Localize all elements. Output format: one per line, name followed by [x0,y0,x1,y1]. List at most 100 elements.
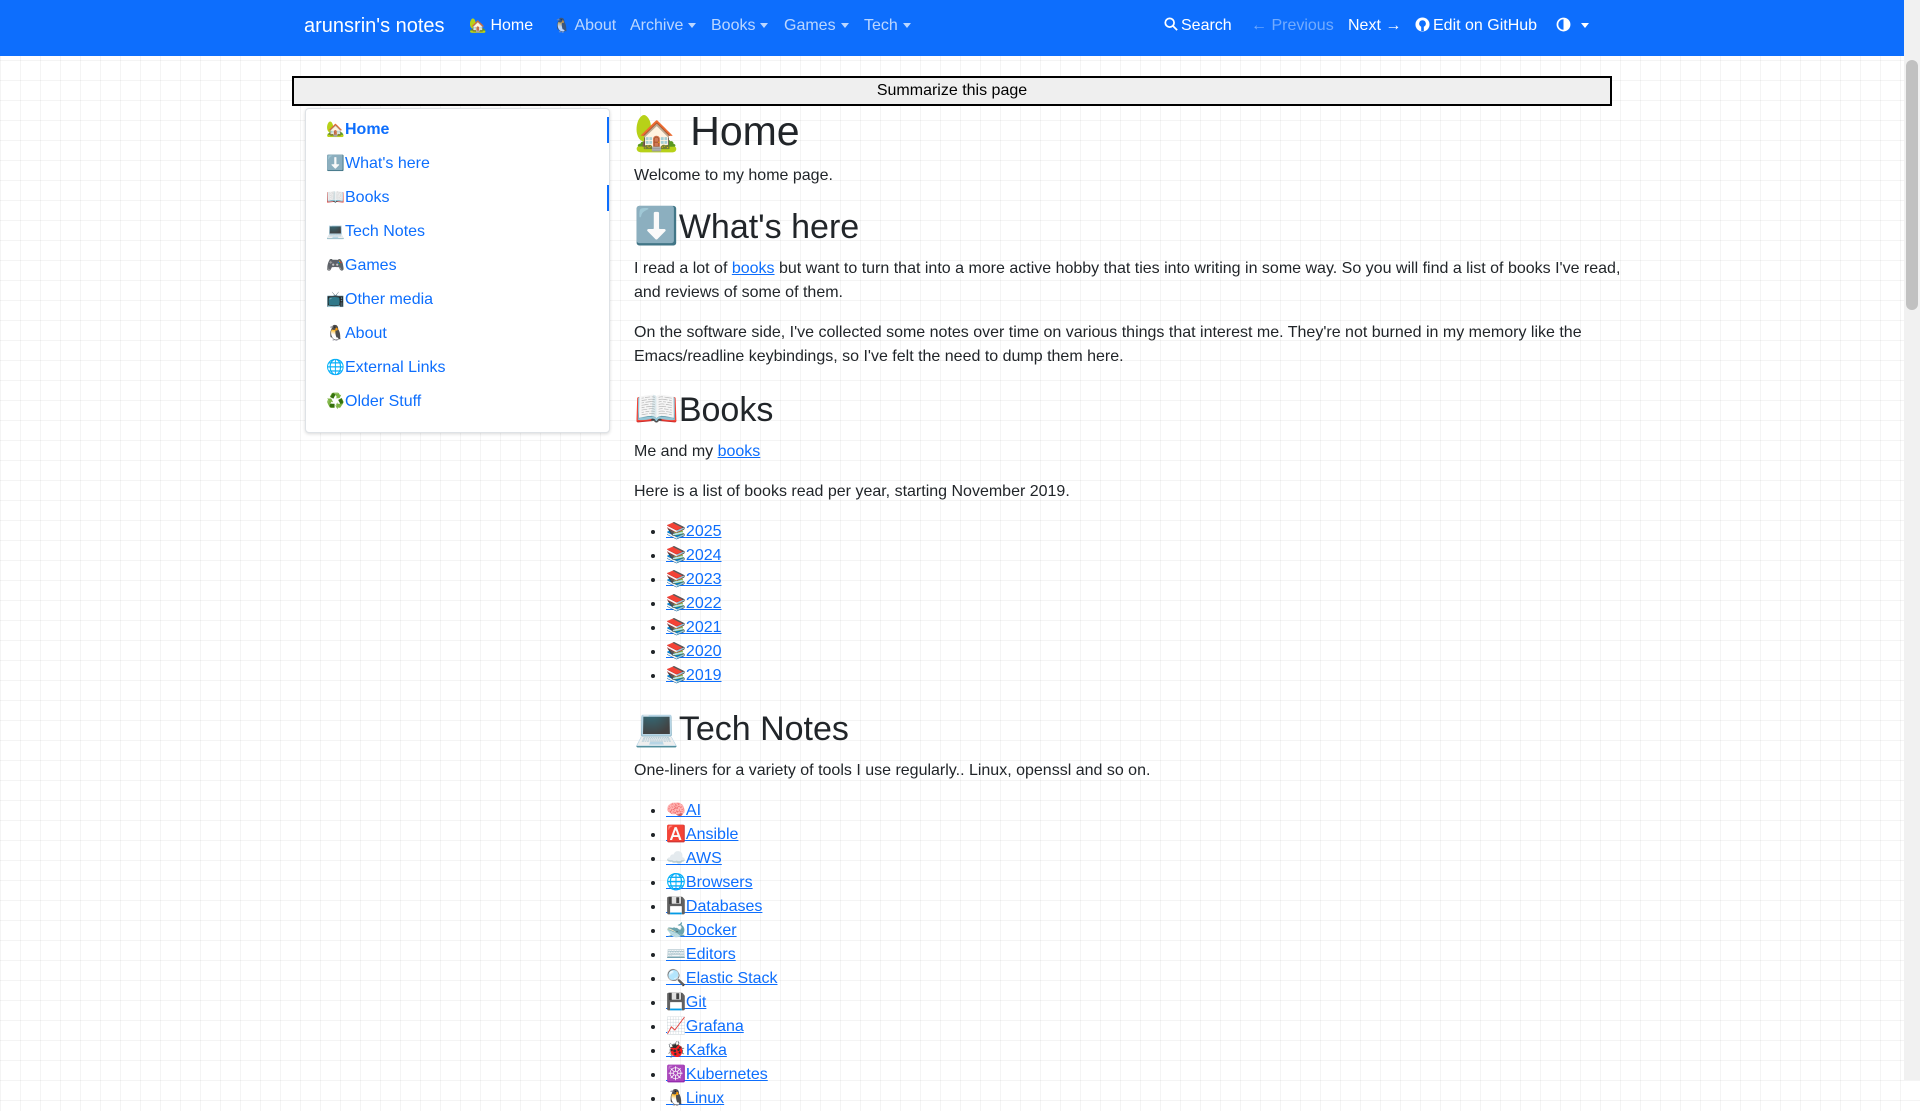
edit-on-github-button[interactable]: Edit on GitHub [1415,17,1537,35]
top-navbar: arunsrin's notes 🏡 Home 🐧 About Archive Bo… [0,0,1904,56]
tech-notes-list: 🧠AI 🅰️Ansible ☁️AWS 🌐Browsers 💾Databases 🐋Doc… [634,799,1634,1111]
year-link[interactable]: 📚2022 [666,595,722,612]
sidebar-item-games[interactable]: 🎮Games [306,249,609,283]
books-stack-icon: 📚 [666,571,686,588]
year-link[interactable]: 📚2019 [666,667,722,684]
search-icon [1164,17,1178,31]
tech-note-link[interactable]: 🐧Linux [666,1090,724,1107]
globe-icon: 🌐 [326,359,345,376]
nav-archive-dropdown[interactable]: Archive [630,17,697,35]
whats-here-paragraph-2: On the software side, I've collected som… [634,324,1582,365]
arrow-left-icon: ← [1251,17,1267,34]
sidebar-link[interactable]: 🏡Home [326,121,389,138]
year-link[interactable]: 📚2023 [666,571,722,588]
sidebar-item-other-media[interactable]: 📺Other media [306,283,609,317]
tech-note-label: Kubernetes [685,1066,768,1083]
tech-note-link[interactable]: 🧠AI [666,802,701,819]
year-link[interactable]: 📚2024 [666,547,722,564]
sidebar-item-label: Older Stuff [345,393,422,410]
tech-note-link[interactable]: 🐋Docker [666,922,737,939]
tech-note-label: Ansible [685,826,739,843]
year-link[interactable]: 📚2020 [666,643,722,660]
year-label: 2019 [685,667,722,684]
list-item: 📚2020 [666,640,1634,664]
books-link[interactable]: books [732,260,775,277]
sidebar-item-older-stuff[interactable]: ♻️Older Stuff [306,385,609,419]
theme-toggle-dropdown[interactable] [1556,17,1589,35]
laptop-icon: 💻 [326,223,345,240]
sidebar-link[interactable]: 🌐External Links [326,359,446,376]
sidebar-item-books[interactable]: 📖Books [306,181,609,215]
tech-note-label: Browsers [685,874,753,891]
tech-note-label: Linux [685,1090,725,1107]
sidebar-item-whats-here[interactable]: ⬇️What's here [306,147,609,181]
tech-note-link[interactable]: ☁️AWS [666,850,722,867]
tech-note-label: Editors [685,946,736,963]
tech-note-link[interactable]: ☸️Kubernetes [666,1066,768,1083]
tech-note-label: Elastic Stack [685,970,778,987]
sidebar-item-home[interactable]: 🏡Home [306,113,609,147]
sidebar-item-label: Tech Notes [345,223,426,240]
recycle-icon: ♻️ [326,393,345,410]
tech-topic-icon: 🐋 [666,922,686,939]
sidebar-link[interactable]: 🎮Games [326,257,397,274]
nav-books-dropdown[interactable]: Books [711,17,769,35]
previous-button[interactable]: ← Previous [1251,17,1334,35]
sidebar-item-label: What's here [345,155,430,172]
sidebar-link[interactable]: 💻Tech Notes [326,223,425,240]
tech-note-link[interactable]: 💾Git [666,994,706,1011]
nav-tech-label: Tech [864,17,898,34]
nav-games-dropdown[interactable]: Games [784,17,849,35]
search-label: Search [1181,17,1232,34]
nav-about[interactable]: 🐧 About [553,17,616,35]
tech-note-link[interactable]: 📈Grafana [666,1018,744,1035]
page-title: 🏡 Home [634,100,1634,164]
tech-note-link[interactable]: 🐞Kafka [666,1042,727,1059]
year-link[interactable]: 📚2021 [666,619,722,636]
search-button[interactable]: Search [1164,17,1232,35]
next-button[interactable]: Next → [1348,17,1401,35]
list-item: 📚2021 [666,616,1634,640]
tech-note-link[interactable]: 🔍Elastic Stack [666,970,778,987]
list-item: 🐧Linux [666,1087,1634,1111]
sidebar-item-label: Home [345,121,390,138]
tech-topic-icon: 🐞 [666,1042,686,1059]
sidebar-link[interactable]: ⬇️What's here [326,155,430,172]
nav-tech-dropdown[interactable]: Tech [864,17,911,35]
tech-note-link[interactable]: 🅰️Ansible [666,826,738,843]
penguin-icon: 🐧 [553,17,571,33]
tech-note-label: Grafana [685,1018,744,1035]
list-item: 🔍Elastic Stack [666,967,1634,991]
sidebar-link[interactable]: ♻️Older Stuff [326,393,421,410]
scrollbar-thumb[interactable] [1906,60,1918,310]
year-link[interactable]: 📚2025 [666,523,722,540]
text-segment: but want to turn that into a more active… [634,260,1621,301]
page-scrollbar[interactable] [1904,0,1920,1080]
sidebar-link[interactable]: 📺Other media [326,291,433,308]
edit-label: Edit on GitHub [1433,17,1538,34]
sidebar-item-tech-notes[interactable]: 💻Tech Notes [306,215,609,249]
books-stack-icon: 📚 [666,547,686,564]
site-brand[interactable]: arunsrin's notes [304,15,445,38]
sidebar-link[interactable]: 🐧About [326,325,387,342]
books-link[interactable]: books [718,443,761,460]
sidebar-toc: 🏡Home ⬇️What's here 📖Books 💻Tech Notes 🎮… [305,108,610,433]
tech-note-link[interactable]: 🌐Browsers [666,874,753,891]
books-paragraph-2: Here is a list of books read per year, s… [634,483,1070,500]
list-item: ⌨️Editors [666,943,1634,967]
tech-note-link[interactable]: ⌨️Editors [666,946,736,963]
year-label: 2023 [685,571,722,588]
sidebar-item-about[interactable]: 🐧About [306,317,609,351]
caret-down-icon [688,23,697,29]
github-icon [1415,17,1430,32]
year-label: 2020 [685,643,722,660]
sidebar-item-external-links[interactable]: 🌐External Links [306,351,609,385]
tech-topic-icon: 💾 [666,898,686,915]
house-icon: 🏡 [326,121,345,138]
nav-home[interactable]: 🏡 Home [469,17,533,35]
list-item: ☁️AWS [666,847,1634,871]
tech-note-link[interactable]: 💾Databases [666,898,762,915]
sidebar-link[interactable]: 📖Books [326,189,389,206]
next-label: Next [1348,17,1381,34]
tech-topic-icon: 🌐 [666,874,686,891]
